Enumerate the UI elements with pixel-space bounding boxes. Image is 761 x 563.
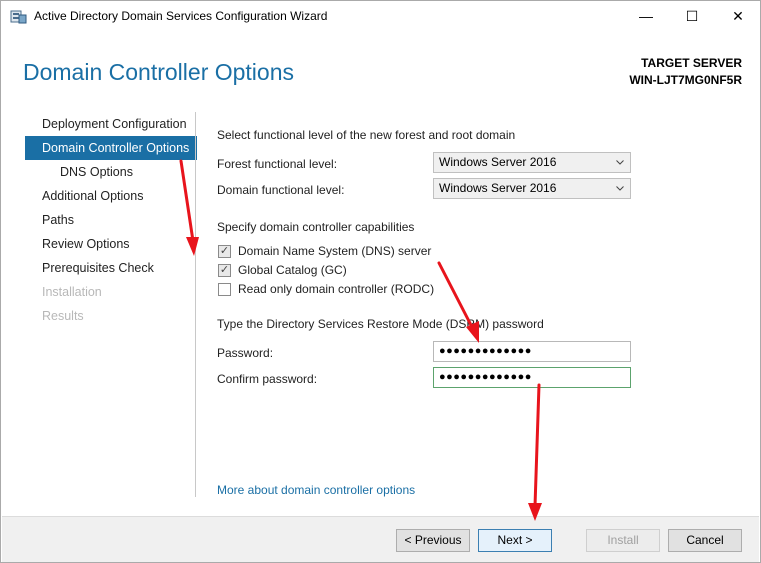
rodc-checkbox[interactable]: [218, 283, 231, 296]
next-button[interactable]: Next >: [478, 529, 552, 552]
nav-item-review-options[interactable]: Review Options: [25, 232, 197, 256]
close-button[interactable]: ✕: [715, 1, 761, 32]
rodc-checkbox-row[interactable]: Read only domain controller (RODC): [218, 282, 478, 298]
global-catalog-label: Global Catalog (GC): [238, 263, 347, 277]
domain-level-value: Windows Server 2016: [439, 181, 557, 195]
functional-level-heading: Select functional level of the new fores…: [217, 128, 516, 142]
nav-item-installation: Installation: [42, 285, 102, 299]
forest-level-select[interactable]: Windows Server 2016: [433, 152, 631, 173]
target-server-label: TARGET SERVER: [641, 56, 742, 70]
password-label: Password:: [217, 346, 274, 360]
chevron-down-icon: [616, 186, 624, 191]
dns-server-checkbox-row[interactable]: ✓ Domain Name System (DNS) server: [218, 244, 478, 260]
maximize-button[interactable]: ☐: [669, 1, 715, 32]
nav-item-dns-options[interactable]: DNS Options: [25, 160, 197, 184]
wizard-footer: < Previous Next > Install Cancel: [2, 516, 759, 562]
forest-level-value: Windows Server 2016: [439, 155, 557, 169]
password-input[interactable]: ●●●●●●●●●●●●●: [433, 341, 631, 362]
title-bar[interactable]: Active Directory Domain Services Configu…: [1, 1, 760, 32]
more-info-link[interactable]: More about domain controller options: [217, 483, 415, 497]
domain-level-label: Domain functional level:: [217, 183, 345, 197]
wizard-nav: Deployment Configuration Domain Controll…: [25, 112, 197, 328]
wizard-window: Active Directory Domain Services Configu…: [0, 0, 761, 563]
nav-item-paths[interactable]: Paths: [25, 208, 197, 232]
chevron-down-icon: [616, 160, 624, 165]
server-wizard-icon: [10, 10, 27, 24]
confirm-password-label: Confirm password:: [217, 372, 318, 386]
nav-item-prerequisites-check[interactable]: Prerequisites Check: [25, 256, 197, 280]
global-catalog-checkbox[interactable]: ✓: [218, 264, 231, 277]
domain-level-select[interactable]: Windows Server 2016: [433, 178, 631, 199]
nav-divider: [195, 112, 196, 497]
capabilities-heading: Specify domain controller capabilities: [217, 220, 415, 234]
nav-item-domain-controller-options[interactable]: Domain Controller Options: [25, 136, 197, 160]
forest-level-label: Forest functional level:: [217, 157, 338, 171]
nav-item-deployment-configuration[interactable]: Deployment Configuration: [25, 112, 197, 136]
previous-button[interactable]: < Previous: [396, 529, 470, 552]
dns-server-label: Domain Name System (DNS) server: [238, 244, 432, 258]
target-server-name: WIN-LJT7MG0NF5R: [629, 73, 742, 87]
dsrm-heading: Type the Directory Services Restore Mode…: [217, 317, 544, 331]
minimize-button[interactable]: —: [623, 1, 669, 32]
page-title: Domain Controller Options: [23, 59, 295, 85]
rodc-label: Read only domain controller (RODC): [238, 282, 435, 296]
global-catalog-checkbox-row[interactable]: ✓ Global Catalog (GC): [218, 263, 478, 279]
window-title: Active Directory Domain Services Configu…: [34, 9, 328, 23]
cancel-button[interactable]: Cancel: [668, 529, 742, 552]
install-button: Install: [586, 529, 660, 552]
arrow-to-next: [533, 383, 541, 508]
nav-item-additional-options[interactable]: Additional Options: [25, 184, 197, 208]
nav-item-results: Results: [42, 309, 84, 323]
dns-server-checkbox[interactable]: ✓: [218, 245, 231, 258]
confirm-password-input[interactable]: ●●●●●●●●●●●●●: [433, 367, 631, 388]
